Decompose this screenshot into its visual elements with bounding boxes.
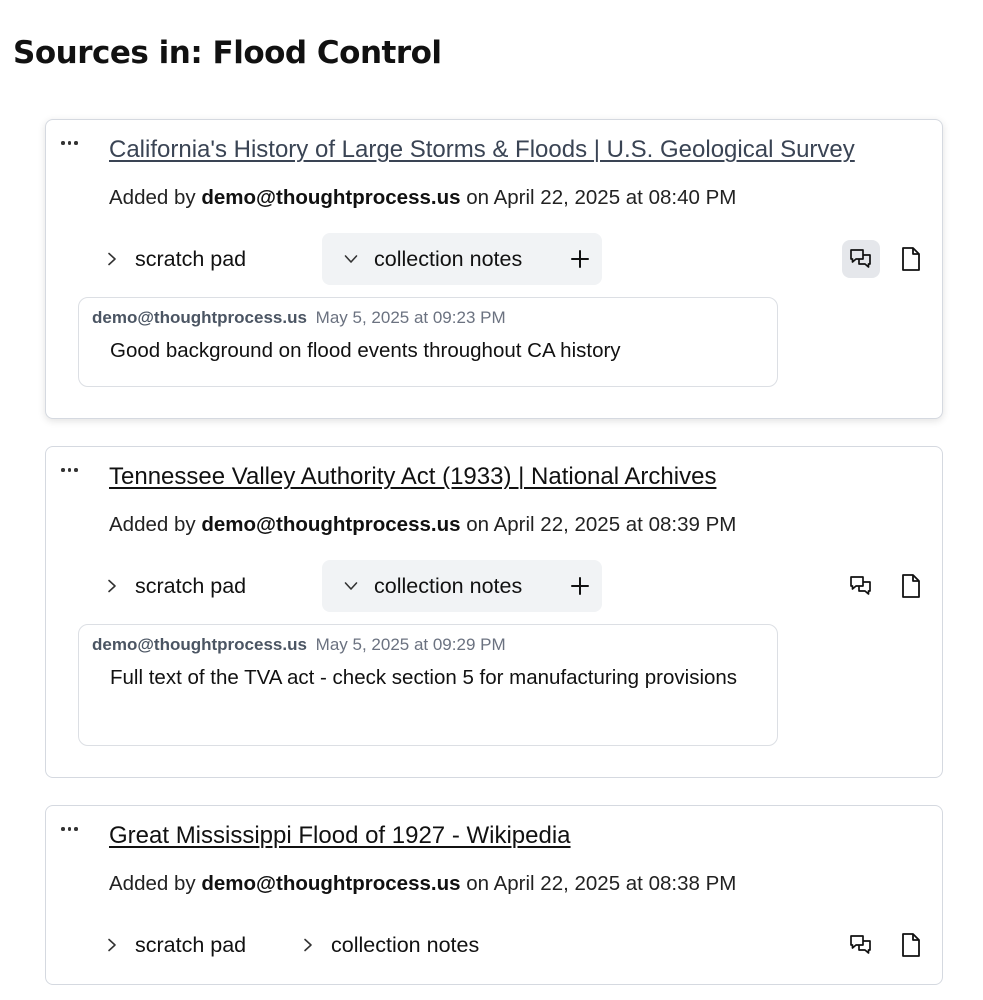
collection-notes-label: collection notes	[374, 573, 523, 598]
source-title-link[interactable]: Tennessee Valley Authority Act (1933) | …	[109, 463, 716, 491]
document-icon	[902, 574, 920, 598]
comments-icon	[850, 576, 871, 595]
chevron-right-icon	[108, 252, 116, 266]
added-by-user: demo@thoughtprocess.us	[201, 513, 461, 536]
comments-button[interactable]	[842, 567, 880, 605]
added-prefix: Added by	[109, 513, 196, 536]
collection-notes-toggle[interactable]: collection notes	[322, 560, 602, 612]
collection-notes-toggle[interactable]: collection notes	[322, 233, 602, 285]
collection-note: demo@thoughtprocess.us May 5, 2025 at 09…	[78, 297, 778, 387]
scratch-pad-toggle[interactable]: scratch pad	[101, 233, 322, 285]
chevron-right-icon	[108, 938, 116, 952]
source-card: California's History of Large Storms & F…	[45, 119, 943, 419]
document-button[interactable]	[892, 240, 930, 278]
added-date: on April 22, 2025 at 08:39 PM	[466, 513, 737, 536]
added-by-user: demo@thoughtprocess.us	[201, 186, 461, 209]
chevron-down-icon	[344, 255, 358, 263]
collection-note: demo@thoughtprocess.us May 5, 2025 at 09…	[78, 624, 778, 746]
note-author: demo@thoughtprocess.us	[92, 635, 307, 654]
scratch-pad-label: scratch pad	[135, 932, 247, 957]
added-by-user: demo@thoughtprocess.us	[201, 872, 461, 895]
source-card: Great Mississippi Flood of 1927 - Wikipe…	[45, 805, 943, 985]
note-date: May 5, 2025 at 09:29 PM	[315, 635, 506, 654]
source-title-link[interactable]: California's History of Large Storms & F…	[109, 136, 855, 164]
chevron-right-icon	[108, 579, 116, 593]
source-card: Tennessee Valley Authority Act (1933) | …	[45, 446, 943, 778]
collection-notes-label: collection notes	[374, 246, 523, 271]
document-button[interactable]	[892, 567, 930, 605]
more-options-icon[interactable]	[61, 138, 83, 148]
scratch-pad-toggle[interactable]: scratch pad	[101, 560, 322, 612]
added-date: on April 22, 2025 at 08:38 PM	[466, 872, 737, 895]
scratch-pad-label: scratch pad	[135, 573, 247, 598]
collection-notes-toggle[interactable]: collection notes	[299, 919, 479, 971]
chevron-down-icon	[344, 582, 358, 590]
notes-toggle-row: scratch pad collection notes	[101, 560, 602, 612]
collection-notes-label: collection notes	[331, 932, 480, 957]
add-note-icon[interactable]	[570, 576, 590, 596]
added-prefix: Added by	[109, 186, 196, 209]
note-text: Good background on flood events througho…	[110, 339, 621, 362]
scratch-pad-toggle[interactable]: scratch pad	[101, 919, 299, 971]
add-note-icon[interactable]	[570, 249, 590, 269]
comments-icon	[850, 249, 871, 268]
document-icon	[902, 933, 920, 957]
document-button[interactable]	[892, 926, 930, 964]
comments-button[interactable]	[842, 926, 880, 964]
comments-button[interactable]	[842, 240, 880, 278]
added-by-line: Added by demo@thoughtprocess.us on April…	[109, 872, 736, 896]
more-options-icon[interactable]	[61, 824, 83, 834]
comments-icon	[850, 935, 871, 954]
added-by-line: Added by demo@thoughtprocess.us on April…	[109, 186, 736, 210]
source-title-link[interactable]: Great Mississippi Flood of 1927 - Wikipe…	[109, 822, 571, 850]
note-author: demo@thoughtprocess.us	[92, 308, 307, 327]
chevron-right-icon	[304, 938, 312, 952]
added-date: on April 22, 2025 at 08:40 PM	[466, 186, 737, 209]
scratch-pad-label: scratch pad	[135, 246, 247, 271]
added-prefix: Added by	[109, 872, 196, 895]
document-icon	[902, 247, 920, 271]
page-title: Sources in: Flood Control	[13, 35, 442, 71]
note-text: Full text of the TVA act - check section…	[110, 666, 738, 689]
added-by-line: Added by demo@thoughtprocess.us on April…	[109, 513, 736, 537]
notes-toggle-row: scratch pad collection notes	[101, 233, 602, 285]
notes-toggle-row: scratch pad collection notes	[101, 919, 479, 971]
note-date: May 5, 2025 at 09:23 PM	[315, 308, 506, 327]
more-options-icon[interactable]	[61, 465, 83, 475]
